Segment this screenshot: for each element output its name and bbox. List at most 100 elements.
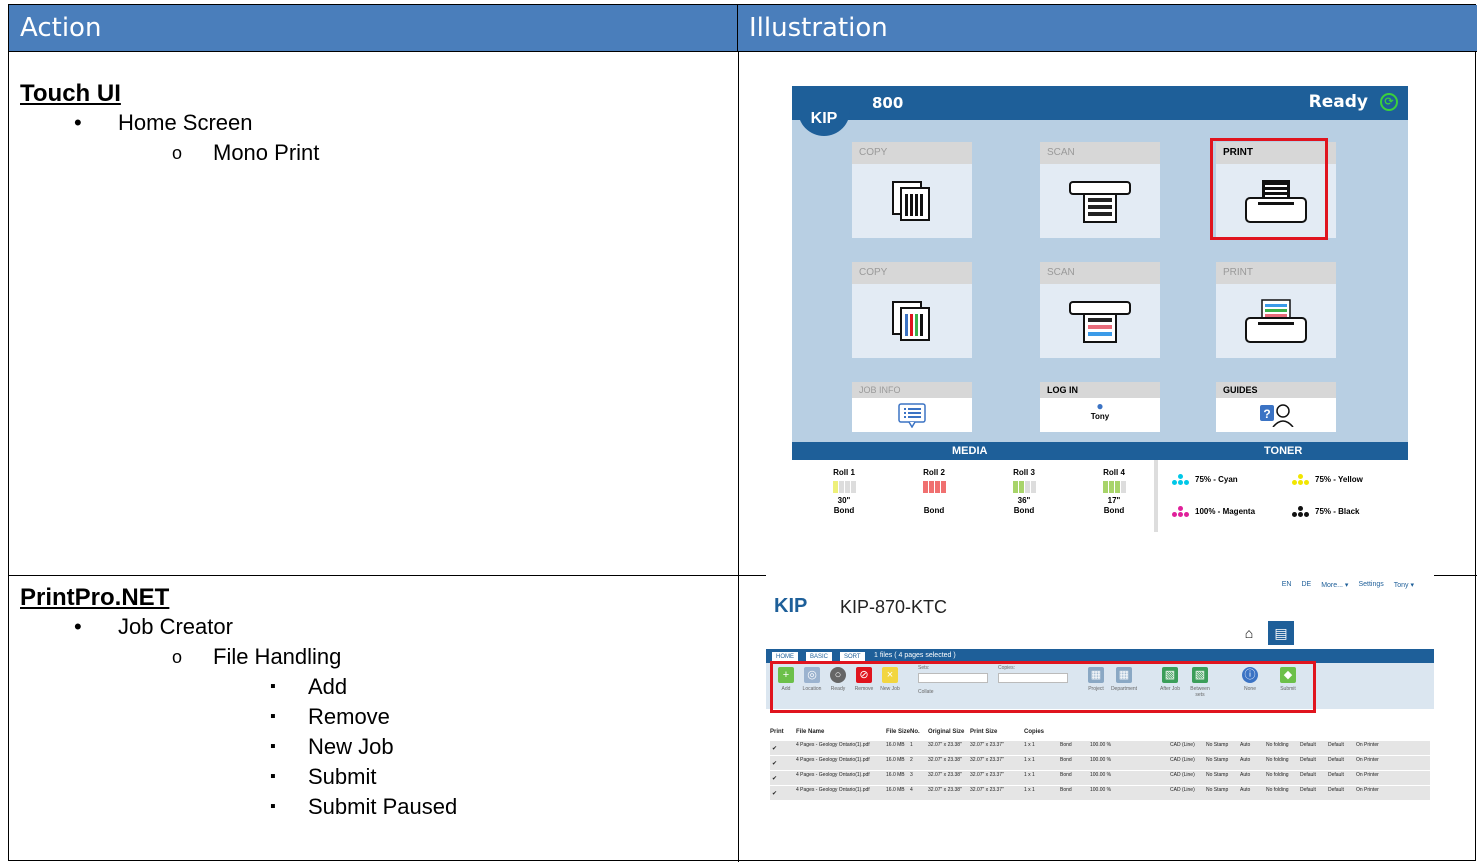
toner-yellow: 75% - Yellow (1292, 474, 1363, 485)
status-label: Ready (1308, 92, 1368, 112)
cell-mode: CAD (Line) (1170, 757, 1195, 763)
cell-media: Bond (1060, 742, 1072, 748)
list-item: Mono Print (20, 138, 319, 168)
cell-fold: No folding (1266, 742, 1289, 748)
top-links: EN DE More... ▾ Settings Tony ▾ (1282, 581, 1414, 589)
cell-no: 2 (910, 757, 913, 763)
media-label: MEDIA (952, 445, 988, 457)
lang-de-link[interactable]: DE (1301, 581, 1311, 589)
user-icon: ● (1096, 399, 1104, 413)
model-label: 800 (872, 94, 904, 112)
tile-guides[interactable]: GUIDES ? (1216, 382, 1336, 432)
cell-media: Bond (1060, 787, 1072, 793)
cell-auto: Auto (1240, 772, 1251, 778)
kip-logo: KIP (798, 96, 850, 136)
tile-scan-mono[interactable]: SCAN (1040, 142, 1160, 238)
touch-title-bar: 800 Ready ⟳ (792, 86, 1408, 120)
print-checkbox[interactable]: ✔ (772, 760, 777, 767)
cell-stamp: No Stamp (1206, 772, 1229, 778)
list-item: New Job (20, 732, 457, 762)
magenta-toner-icon (1172, 506, 1189, 517)
header-action: Action (9, 5, 738, 51)
cell-copies: 1 x 1 (1024, 742, 1035, 748)
cell-scale: 100.00 % (1090, 757, 1112, 763)
svg-text:?: ? (1263, 407, 1270, 421)
tile-print-color[interactable]: PRINT (1216, 262, 1336, 358)
cell-copies: 1 x 1 (1024, 772, 1035, 778)
cell-d2: Default (1328, 772, 1344, 778)
cell-copies: 1 x 1 (1024, 757, 1035, 763)
cell-d1: Default (1300, 787, 1316, 793)
tile-copy-color[interactable]: COPY (852, 262, 972, 358)
list-item: Submit Paused (20, 792, 457, 822)
table-row[interactable]: ✔ 4 Pages - Geology Ontario(1).pdf 16.0 MB… (770, 741, 1430, 756)
cell-orig: 32.07" x 23.38" (928, 757, 962, 763)
selection-status: 1 files ( 4 pages selected ) (874, 652, 956, 659)
cell-orig: 32.07" x 23.38" (928, 787, 962, 793)
print-checkbox[interactable]: ✔ (772, 790, 777, 797)
cell-stamp: No Stamp (1206, 742, 1229, 748)
cell-dest: On Printer (1356, 757, 1379, 763)
scanner-icon (1040, 164, 1160, 238)
table-row[interactable]: ✔ 4 Pages - Geology Ontario(1).pdf 16.0 MB… (770, 786, 1430, 801)
toner-black: 75% - Black (1292, 506, 1359, 517)
cell-scale: 100.00 % (1090, 772, 1112, 778)
lang-en-link[interactable]: EN (1282, 581, 1292, 589)
cell-no: 3 (910, 772, 913, 778)
media-toner-bar: MEDIA TONER (792, 442, 1408, 460)
file-grid: Print File Name File Size No. Original S… (770, 729, 1430, 801)
table-row[interactable]: ✔ 4 Pages - Geology Ontario(1).pdf 16.0 MB… (770, 771, 1430, 786)
tile-scan-color[interactable]: SCAN (1040, 262, 1160, 358)
tile-copy-mono[interactable]: COPY (852, 142, 972, 238)
cell-mode: CAD (Line) (1170, 772, 1195, 778)
settings-link[interactable]: Settings (1358, 581, 1383, 589)
roll-status: Roll 3 36" Bond (1012, 468, 1036, 515)
printer-title: KIP-870-KTC (840, 597, 948, 617)
highlight-box (770, 661, 1316, 713)
action-touch-ui: Touch UI Home Screen Mono Print (20, 80, 319, 168)
cell-copies: 1 x 1 (1024, 787, 1035, 793)
yellow-toner-icon (1292, 474, 1309, 485)
cell-print: 32.07" x 23.37" (970, 772, 1004, 778)
toner-cyan: 75% - Cyan (1172, 474, 1238, 485)
more-menu[interactable]: More... ▾ (1321, 581, 1348, 589)
home-icon[interactable]: ⌂ (1236, 621, 1262, 645)
cell-no: 1 (910, 742, 913, 748)
print-checkbox[interactable]: ✔ (772, 775, 777, 782)
highlight-box (1210, 138, 1328, 240)
color-copy-icon (852, 284, 972, 358)
cell-print: 32.07" x 23.37" (970, 757, 1004, 763)
divider (1154, 460, 1158, 532)
roll-status: Roll 4 17" Bond (1102, 468, 1126, 515)
cell-mode: CAD (Line) (1170, 742, 1195, 748)
user-menu[interactable]: Tony ▾ (1394, 581, 1414, 589)
grid-header: Print File Name File Size No. Original S… (770, 729, 1045, 735)
table-row[interactable]: ✔ 4 Pages - Geology Ontario(1).pdf 16.0 MB… (770, 756, 1430, 771)
guides-icon: ? (1216, 398, 1336, 432)
cell-fold: No folding (1266, 787, 1289, 793)
cell-scale: 100.00 % (1090, 742, 1112, 748)
cell-d1: Default (1300, 757, 1316, 763)
login-user: Tony (1090, 412, 1110, 421)
cell-fold: No folding (1266, 772, 1289, 778)
cell-dest: On Printer (1356, 742, 1379, 748)
color-printer-icon (1216, 284, 1336, 358)
print-checkbox[interactable]: ✔ (772, 745, 777, 752)
cell-media: Bond (1060, 772, 1072, 778)
tile-job-info[interactable]: JOB INFO (852, 382, 972, 432)
cell-media: Bond (1060, 757, 1072, 763)
cell-d1: Default (1300, 742, 1316, 748)
printpro-screenshot: KIP KIP-870-KTC EN DE More... ▾ Settings… (766, 573, 1434, 821)
cell-scale: 100.00 % (1090, 787, 1112, 793)
list-item: Remove (20, 702, 457, 732)
touch-ui-screenshot: 800 Ready ⟳ KIP COPY SCAN PRINT COPY SCA… (792, 86, 1408, 532)
tile-log-in[interactable]: LOG IN ● Tony (1040, 382, 1160, 432)
cell-d2: Default (1328, 742, 1344, 748)
list-item: Home Screen (20, 108, 319, 138)
list-item: File Handling (20, 642, 457, 672)
header-illustration: Illustration (738, 5, 1477, 51)
cell-d2: Default (1328, 787, 1344, 793)
printer-icon[interactable]: ▤ (1268, 621, 1294, 645)
toner-label: TONER (1264, 445, 1303, 457)
cell-d2: Default (1328, 757, 1344, 763)
